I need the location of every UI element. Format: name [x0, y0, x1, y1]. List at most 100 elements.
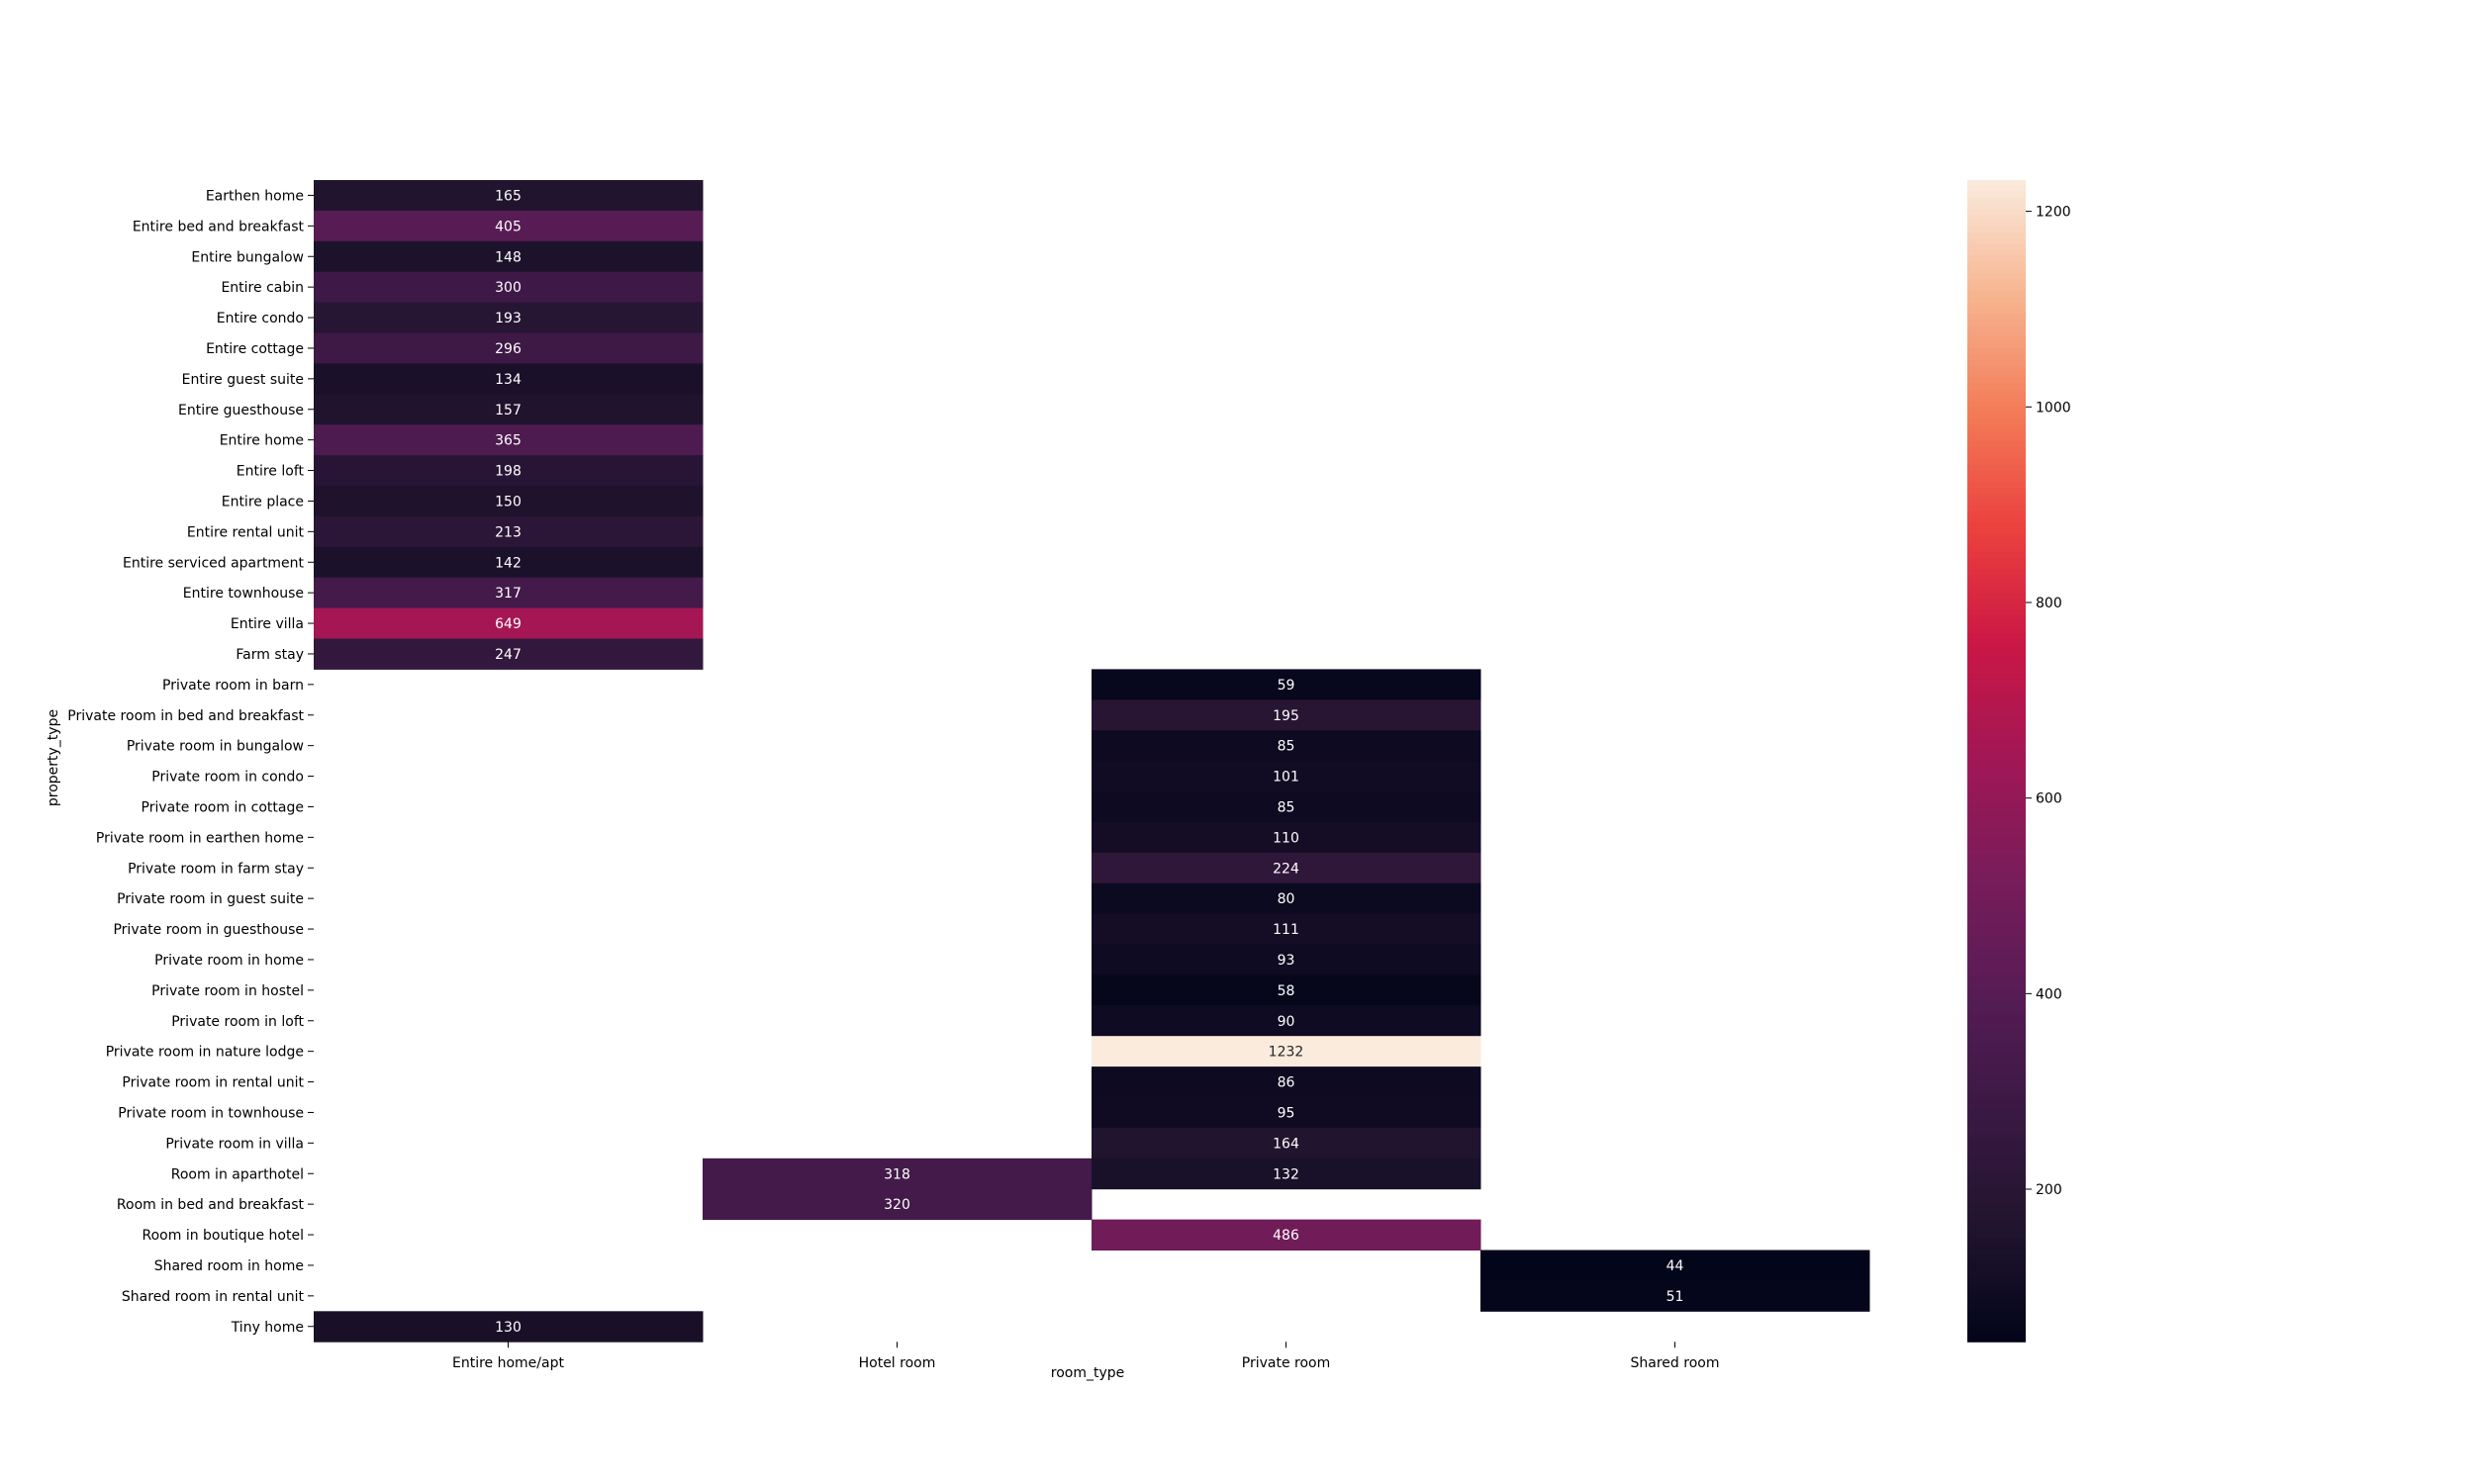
colorbar-segment: [1967, 818, 2026, 826]
colorbar-segment: [1967, 1161, 2026, 1168]
cell-value-label: 365: [495, 433, 522, 449]
y-tick-label: Earthen home: [206, 188, 304, 204]
colorbar-segment: [1967, 360, 2026, 367]
x-tick-label: Hotel room: [859, 1355, 936, 1371]
colorbar-segment: [1967, 1138, 2026, 1146]
cell-value-label: 165: [495, 188, 522, 204]
colorbar-segment: [1967, 842, 2026, 849]
colorbar-segment: [1967, 1115, 2026, 1122]
colorbar-segment: [1967, 731, 2026, 739]
cell-value-label: 320: [884, 1197, 910, 1213]
cell-value-label: 486: [1273, 1228, 1299, 1244]
colorbar-segment: [1967, 882, 2026, 889]
cell-value-label: 59: [1278, 678, 1295, 694]
x-tick-label: Entire home/apt: [452, 1355, 564, 1371]
y-tick-label: Private room in guest suite: [117, 891, 304, 907]
colorbar-segment: [1967, 209, 2026, 216]
colorbar-segment: [1967, 191, 2026, 199]
colorbar-segment: [1967, 998, 2026, 1006]
colorbar-segment: [1967, 296, 2026, 303]
colorbar-segment: [1967, 598, 2026, 605]
colorbar-segment: [1967, 725, 2026, 733]
colorbar-segment: [1967, 1237, 2026, 1244]
colorbar-segment: [1967, 1225, 2026, 1233]
colorbar-segment: [1967, 180, 2026, 187]
colorbar-segment: [1967, 668, 2026, 675]
colorbar-segment: [1967, 302, 2026, 309]
colorbar-segment: [1967, 615, 2026, 622]
colorbar-segment: [1967, 1109, 2026, 1116]
colorbar-segment: [1967, 662, 2026, 669]
colorbar-segment: [1967, 975, 2026, 982]
colorbar-segment: [1967, 290, 2026, 298]
colorbar-segment: [1967, 807, 2026, 814]
y-tick-label: Private room in home: [154, 953, 304, 969]
colorbar-segment: [1967, 830, 2026, 838]
colorbar-segment: [1967, 1214, 2026, 1221]
y-tick-label: Tiny home: [231, 1320, 304, 1336]
colorbar-segment: [1967, 836, 2026, 843]
colorbar-segment: [1967, 563, 2026, 570]
colorbar-segment: [1967, 1231, 2026, 1239]
colorbar-segment: [1967, 941, 2026, 948]
heatmap-cells: 165 405 148 300 193 296 134 157 365 198 150 213 142 3…: [314, 180, 1870, 1343]
colorbar-segment: [1967, 522, 2026, 529]
colorbar-segment: [1967, 406, 2026, 414]
colorbar-segment: [1967, 1184, 2026, 1192]
colorbar-segment: [1967, 1091, 2026, 1099]
colorbar-segment: [1967, 789, 2026, 796]
colorbar-segment: [1967, 1190, 2026, 1198]
colorbar-segment: [1967, 447, 2026, 454]
y-tick-label: Private room in townhouse: [118, 1105, 304, 1121]
colorbar-segment: [1967, 1097, 2026, 1105]
colorbar-segment: [1967, 470, 2026, 478]
y-tick-label: Entire bed and breakfast: [133, 219, 305, 234]
colorbar-segment: [1967, 377, 2026, 385]
colorbar-segment: [1967, 516, 2026, 523]
colorbar-segment: [1967, 429, 2026, 436]
colorbar-segment: [1967, 423, 2026, 431]
colorbar-segment: [1967, 476, 2026, 483]
colorbar-segment: [1967, 221, 2026, 228]
y-tick-label: Entire townhouse: [183, 586, 304, 602]
cell-value-label: 132: [1273, 1166, 1299, 1182]
colorbar-segment: [1967, 632, 2026, 640]
y-tick-label: Entire place: [222, 494, 304, 510]
y-tick-label: Room in boutique hotel: [143, 1228, 305, 1244]
colorbar-segment: [1967, 865, 2026, 873]
colorbar-segment: [1967, 720, 2026, 727]
y-tick-label: Shared room in home: [154, 1258, 304, 1274]
colorbar-segment: [1967, 185, 2026, 193]
colorbar-segment: [1967, 1085, 2026, 1093]
colorbar-segment: [1967, 795, 2026, 802]
colorbar-segment: [1967, 638, 2026, 646]
colorbar-segment: [1967, 603, 2026, 611]
cell-value-label: 405: [495, 219, 522, 234]
colorbar-segment: [1967, 586, 2026, 594]
colorbar-segment: [1967, 1051, 2026, 1059]
colorbar-segment: [1967, 952, 2026, 960]
cell-value-label: 1232: [1269, 1045, 1304, 1061]
colorbar-segment: [1967, 1172, 2026, 1180]
colorbar-segment: [1967, 1196, 2026, 1203]
colorbar-segment: [1967, 371, 2026, 379]
colorbar-segment: [1967, 458, 2026, 466]
colorbar-segment: [1967, 1039, 2026, 1047]
cell-value-label: 150: [495, 494, 522, 510]
colorbar-tick-label: 600: [2036, 791, 2062, 807]
colorbar-segment: [1967, 528, 2026, 535]
colorbar-segment: [1967, 1271, 2026, 1279]
colorbar-segment: [1967, 911, 2026, 919]
cell-value-label: 649: [495, 616, 522, 632]
colorbar-segment: [1967, 854, 2026, 861]
colorbar-segment: [1967, 1144, 2026, 1152]
colorbar-segment: [1967, 1010, 2026, 1018]
colorbar-segment: [1967, 226, 2026, 233]
colorbar-segment: [1967, 1068, 2026, 1075]
colorbar-segment: [1967, 656, 2026, 663]
colorbar-segment: [1967, 743, 2026, 750]
colorbar-segment: [1967, 249, 2026, 256]
colorbar-segment: [1967, 197, 2026, 205]
colorbar-segment: [1967, 435, 2026, 442]
x-tick-label: Shared room: [1631, 1355, 1720, 1371]
